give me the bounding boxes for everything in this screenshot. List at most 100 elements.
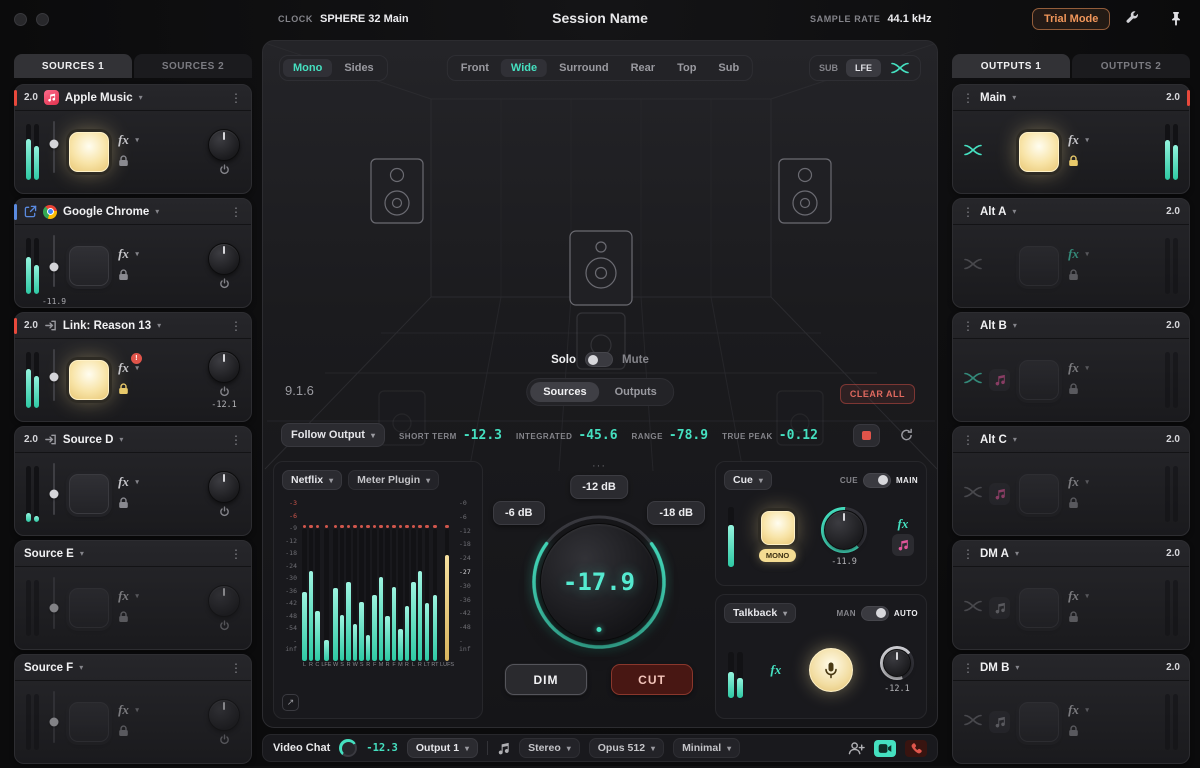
window-minimize-button[interactable]	[36, 13, 49, 26]
source-header[interactable]: Google Chrome ▾ ⋮	[15, 199, 251, 225]
dim-button[interactable]: DIM	[505, 664, 587, 695]
crossfade-button[interactable]	[964, 257, 982, 275]
fx-button[interactable]: fx▾	[1068, 361, 1079, 374]
monitor-enable-button[interactable]	[69, 702, 109, 742]
view-top[interactable]: Top	[667, 59, 706, 77]
kebab-menu-icon[interactable]: ⋮	[962, 548, 974, 560]
talkback-mic-button[interactable]	[809, 648, 853, 692]
mode-sides[interactable]: Sides	[334, 59, 383, 77]
crossfade-button[interactable]	[964, 143, 982, 161]
gain-knob[interactable]	[208, 585, 240, 617]
kebab-menu-icon[interactable]: ⋮	[230, 548, 242, 560]
window-close-button[interactable]	[14, 13, 27, 26]
kebab-menu-icon[interactable]: ⋮	[230, 434, 242, 446]
end-call-button[interactable]	[905, 740, 927, 757]
chevron-down-icon[interactable]: ▾	[1013, 435, 1017, 444]
power-icon[interactable]	[219, 506, 230, 517]
music-icon[interactable]	[989, 369, 1010, 391]
kebab-menu-icon[interactable]: ⋮	[962, 434, 974, 446]
lock-button[interactable]	[1068, 154, 1079, 172]
view-surround[interactable]: Surround	[549, 59, 619, 77]
kebab-menu-icon[interactable]: ⋮	[230, 206, 242, 218]
lock-button[interactable]	[118, 496, 129, 514]
output-header[interactable]: ⋮ Alt C ▾ 2.0	[953, 427, 1189, 453]
source-header[interactable]: 2.0 Apple Music ▾ ⋮	[15, 85, 251, 111]
meter-plugin-select[interactable]: Meter Plugin ▾	[348, 470, 439, 490]
clear-all-button[interactable]: CLEAR ALL	[840, 384, 915, 404]
monitor-level-knob[interactable]: -17.9	[524, 507, 674, 657]
monitor-enable-button[interactable]	[1019, 588, 1059, 628]
power-icon[interactable]	[219, 164, 230, 175]
meter-source-select[interactable]: Netflix ▾	[282, 470, 342, 490]
fx-button[interactable]: fx▾	[1068, 589, 1079, 602]
chevron-down-icon[interactable]: ▾	[1015, 549, 1019, 558]
volume-fader[interactable]	[48, 119, 60, 185]
volume-fader[interactable]	[48, 461, 60, 527]
talkback-select[interactable]: Talkback ▾	[724, 603, 796, 623]
chevron-down-icon[interactable]: ▾	[79, 663, 83, 672]
music-icon[interactable]	[989, 597, 1010, 619]
gain-knob[interactable]	[208, 471, 240, 503]
lock-button[interactable]	[118, 382, 129, 400]
chevron-down-icon[interactable]: ▾	[157, 321, 161, 330]
fx-button[interactable]: fx▾	[118, 475, 129, 488]
monitor-enable-button[interactable]	[1019, 132, 1059, 172]
output-header[interactable]: ⋮ DM B ▾ 2.0	[953, 655, 1189, 681]
video-camera-button[interactable]	[874, 740, 896, 757]
lock-button[interactable]	[1068, 724, 1079, 742]
speaker-left[interactable]	[371, 159, 423, 223]
lock-button[interactable]	[1068, 382, 1079, 400]
add-person-icon[interactable]	[848, 741, 865, 755]
fx-button[interactable]: fx▾	[118, 247, 129, 260]
monitor-enable-button[interactable]	[1019, 246, 1059, 286]
output-header[interactable]: ⋮ Alt A ▾ 2.0	[953, 199, 1189, 225]
chevron-down-icon[interactable]: ▾	[80, 549, 84, 558]
source-header[interactable]: 2.0 Source D ▾ ⋮	[15, 427, 251, 453]
view-sub[interactable]: Sub	[708, 59, 749, 77]
chevron-down-icon[interactable]: ▾	[1012, 93, 1016, 102]
kebab-menu-icon[interactable]: ⋮	[230, 662, 242, 674]
fx-button[interactable]: fx▾	[1068, 133, 1079, 146]
show-sources[interactable]: Sources	[530, 382, 599, 402]
view-front[interactable]: Front	[451, 59, 499, 77]
music-icon[interactable]	[892, 534, 914, 556]
cue-level-knob[interactable]	[824, 510, 864, 550]
crossfade-button[interactable]	[964, 599, 982, 617]
chevron-down-icon[interactable]: ▾	[139, 93, 143, 102]
fx-button[interactable]: fx▾	[1068, 703, 1079, 716]
kebab-menu-icon[interactable]: ⋮	[962, 206, 974, 218]
wrench-icon[interactable]	[1125, 11, 1140, 26]
fx-button[interactable]: fx▾	[118, 589, 129, 602]
power-icon[interactable]	[219, 620, 230, 631]
gain-knob[interactable]	[208, 699, 240, 731]
lock-button[interactable]	[118, 724, 129, 742]
trial-mode-badge[interactable]: Trial Mode	[1032, 8, 1110, 30]
lock-button[interactable]	[1068, 496, 1079, 514]
volume-fader[interactable]	[48, 347, 60, 413]
panel-tab[interactable]: SOURCES 2	[134, 54, 252, 78]
power-icon[interactable]	[219, 386, 230, 397]
pin-icon[interactable]	[1170, 11, 1182, 26]
mute-label[interactable]: Mute	[622, 354, 649, 366]
monitor-enable-button[interactable]	[69, 132, 109, 172]
power-icon[interactable]	[219, 278, 230, 289]
talkback-fx-button[interactable]: fx	[770, 663, 781, 676]
fx-button[interactable]: fx▾	[1068, 475, 1079, 488]
volume-fader[interactable]	[48, 689, 60, 755]
kebab-menu-icon[interactable]: ⋮	[962, 662, 974, 674]
talkback-man-auto-switch[interactable]	[861, 606, 889, 621]
monitor-enable-button[interactable]	[69, 360, 109, 400]
lock-button[interactable]	[118, 268, 129, 286]
gain-knob[interactable]	[208, 129, 240, 161]
monitor-enable-button[interactable]	[1019, 702, 1059, 742]
lock-button[interactable]	[118, 610, 129, 628]
video-chat-knob[interactable]	[339, 739, 357, 757]
chevron-down-icon[interactable]: ▾	[1012, 207, 1016, 216]
channel-format-select[interactable]: Stereo ▾	[519, 738, 580, 758]
chevron-down-icon[interactable]: ▾	[1013, 321, 1017, 330]
monitor-enable-button[interactable]	[1019, 474, 1059, 514]
more-options-icon[interactable]: ···	[592, 461, 606, 472]
source-header[interactable]: Source E ▾ ⋮	[15, 541, 251, 567]
level-preset-button[interactable]: -12 dB	[570, 475, 628, 499]
monitor-enable-button[interactable]	[1019, 360, 1059, 400]
